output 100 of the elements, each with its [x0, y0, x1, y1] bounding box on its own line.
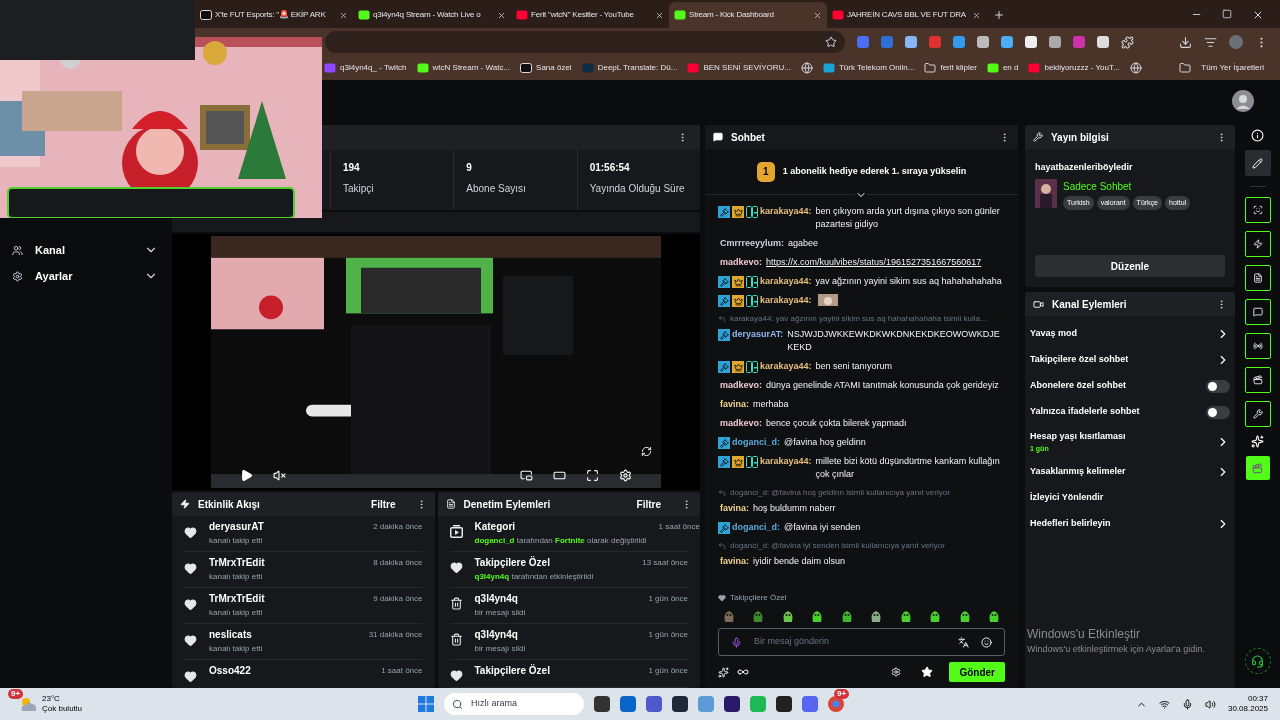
- app-icon[interactable]: [776, 696, 792, 712]
- play-icon[interactable]: [240, 469, 253, 482]
- action-label[interactable]: Yasaklanmış kelimeler: [1030, 465, 1126, 479]
- settings-icon[interactable]: [619, 469, 632, 482]
- chat-username[interactable]: deryasurAT:: [732, 328, 784, 341]
- mute-icon[interactable]: [273, 469, 286, 482]
- browser-tab[interactable]: X'te FUT Esports: "🚨 EKİP ARK: [195, 2, 353, 28]
- bookmark[interactable]: Tüm Yer İşaretleri: [1201, 62, 1264, 74]
- headset-icon[interactable]: [1251, 654, 1264, 668]
- message-field[interactable]: Bir mesaj gönderin: [754, 635, 946, 649]
- chat-username[interactable]: karakaya44:: [760, 360, 812, 373]
- emote-icon[interactable]: [752, 610, 765, 622]
- dots-icon[interactable]: [718, 666, 729, 678]
- emote-icon[interactable]: [840, 610, 853, 622]
- chat-username[interactable]: karakaya44:: [760, 455, 812, 468]
- app-icon[interactable]: [594, 696, 610, 712]
- chat-username[interactable]: madkevo:: [720, 379, 763, 392]
- edit-button[interactable]: Düzenle: [1035, 255, 1225, 277]
- wrench-icon[interactable]: [1252, 409, 1263, 419]
- chat-username[interactable]: favina:: [720, 398, 749, 411]
- chat-icon[interactable]: [1252, 307, 1263, 317]
- close-icon[interactable]: [1252, 9, 1264, 21]
- bookmark-star-icon[interactable]: [825, 36, 837, 48]
- emote-icon[interactable]: [987, 610, 1000, 622]
- emote-icon[interactable]: [899, 610, 912, 622]
- wifi-icon[interactable]: [1158, 698, 1170, 710]
- action-label[interactable]: Yavaş mod: [1030, 327, 1078, 341]
- nav-item[interactable]: Kanal: [35, 241, 132, 259]
- dots-icon[interactable]: [1251, 435, 1264, 448]
- action-label[interactable]: Takipçilere özel sohbet: [1030, 353, 1129, 367]
- bookmark[interactable]: Sana özel: [536, 62, 572, 74]
- volume-icon[interactable]: [1204, 698, 1216, 710]
- action-label[interactable]: Hedefleri belirleyin: [1030, 517, 1111, 531]
- close-icon[interactable]: [813, 10, 822, 20]
- extension-icon[interactable]: [1001, 36, 1013, 48]
- extension-icon[interactable]: [977, 36, 989, 48]
- bookmark[interactable]: BEN SENİ SEVİYORU...: [703, 62, 791, 74]
- new-tab-icon[interactable]: [993, 9, 1005, 21]
- browser-tab[interactable]: Stream - Kick Dashboard: [669, 2, 827, 28]
- chat-username[interactable]: doganci_d:: [732, 436, 780, 449]
- broadcast-icon[interactable]: [1252, 341, 1263, 351]
- browser-tab[interactable]: Ferit "wtcN" Kesitler - YouTube: [511, 2, 669, 28]
- infinity-icon[interactable]: [737, 666, 749, 678]
- bookmark[interactable]: q3l4yn4q_ - Twitch: [340, 62, 407, 74]
- globe-icon[interactable]: [1129, 62, 1142, 74]
- message-input[interactable]: Bir mesaj gönderin: [718, 628, 1005, 656]
- action-label[interactable]: İzleyici Yönlendir: [1030, 491, 1104, 505]
- bookmark[interactable]: DeepL Translate: Dü...: [597, 62, 678, 74]
- close-icon[interactable]: [339, 10, 348, 20]
- emote-icon[interactable]: [870, 610, 883, 622]
- nav-item[interactable]: Ayarlar: [35, 267, 132, 285]
- settings-icon[interactable]: [891, 667, 902, 677]
- chat-username[interactable]: karakaya44:: [760, 205, 812, 218]
- app-icon[interactable]: [646, 696, 662, 712]
- fullscreen-icon[interactable]: [586, 469, 599, 482]
- avatar[interactable]: [1232, 90, 1254, 112]
- extension-icon[interactable]: [905, 36, 917, 48]
- search-box[interactable]: Hızlı arama: [444, 693, 584, 715]
- extensions-icon[interactable]: [1121, 35, 1134, 49]
- star-icon[interactable]: [921, 666, 934, 678]
- emote-icon[interactable]: [929, 610, 942, 622]
- action-label[interactable]: Hesap yaşı kısıtlaması: [1030, 430, 1126, 444]
- filter-button[interactable]: Filtre: [636, 496, 661, 512]
- action-label[interactable]: Yalnızca ifadelerle sohbet: [1030, 405, 1140, 419]
- category-link[interactable]: Sadece Sohbet: [1063, 178, 1191, 194]
- microphone-icon[interactable]: [1181, 698, 1193, 710]
- app-icon[interactable]: [672, 696, 688, 712]
- extension-icon[interactable]: [1049, 36, 1061, 48]
- chat-username[interactable]: favina:: [720, 502, 749, 515]
- bolt-icon[interactable]: [1252, 239, 1263, 249]
- chat-username[interactable]: karakaya44:: [760, 294, 812, 307]
- picture-in-picture-icon[interactable]: [520, 469, 533, 482]
- toggle-switch[interactable]: [1206, 379, 1230, 393]
- chat-username[interactable]: madkevo:: [720, 256, 763, 269]
- globe-icon[interactable]: [801, 62, 813, 74]
- chat-username[interactable]: Cmrrreeyylum:: [720, 237, 785, 250]
- browser-tab[interactable]: JAHREİN CAVS BBL VE FUT DRA: [827, 2, 985, 28]
- search-icon[interactable]: [452, 698, 463, 710]
- chat-username[interactable]: favina:: [720, 555, 749, 568]
- info-icon[interactable]: [1251, 129, 1264, 142]
- emote-icon[interactable]: [811, 610, 824, 622]
- refresh-icon[interactable]: [641, 446, 652, 457]
- bookmark[interactable]: wtcN Stream - Watc...: [432, 62, 511, 74]
- toggle-switch[interactable]: [1206, 405, 1230, 419]
- chat-username[interactable]: doganci_d:: [732, 521, 780, 534]
- download-icon[interactable]: [1179, 35, 1192, 49]
- pencil-icon[interactable]: [1252, 157, 1263, 169]
- close-icon[interactable]: [655, 10, 664, 20]
- media-icon[interactable]: [1204, 35, 1217, 49]
- extension-icon[interactable]: [953, 36, 965, 48]
- translate-icon[interactable]: [958, 636, 969, 648]
- filter-button[interactable]: Filtre: [371, 496, 396, 512]
- bookmark[interactable]: en d: [1002, 62, 1019, 74]
- emote-icon[interactable]: [958, 610, 971, 622]
- app-icon[interactable]: [620, 696, 636, 712]
- message-link[interactable]: https://x.com/kuulvibes/status/1961527351667560617: [766, 256, 982, 269]
- extension-icon[interactable]: [1025, 36, 1037, 48]
- clapperboard-icon[interactable]: [1252, 462, 1263, 474]
- search-field[interactable]: Hızlı arama: [471, 697, 551, 711]
- maximize-icon[interactable]: [1222, 9, 1232, 19]
